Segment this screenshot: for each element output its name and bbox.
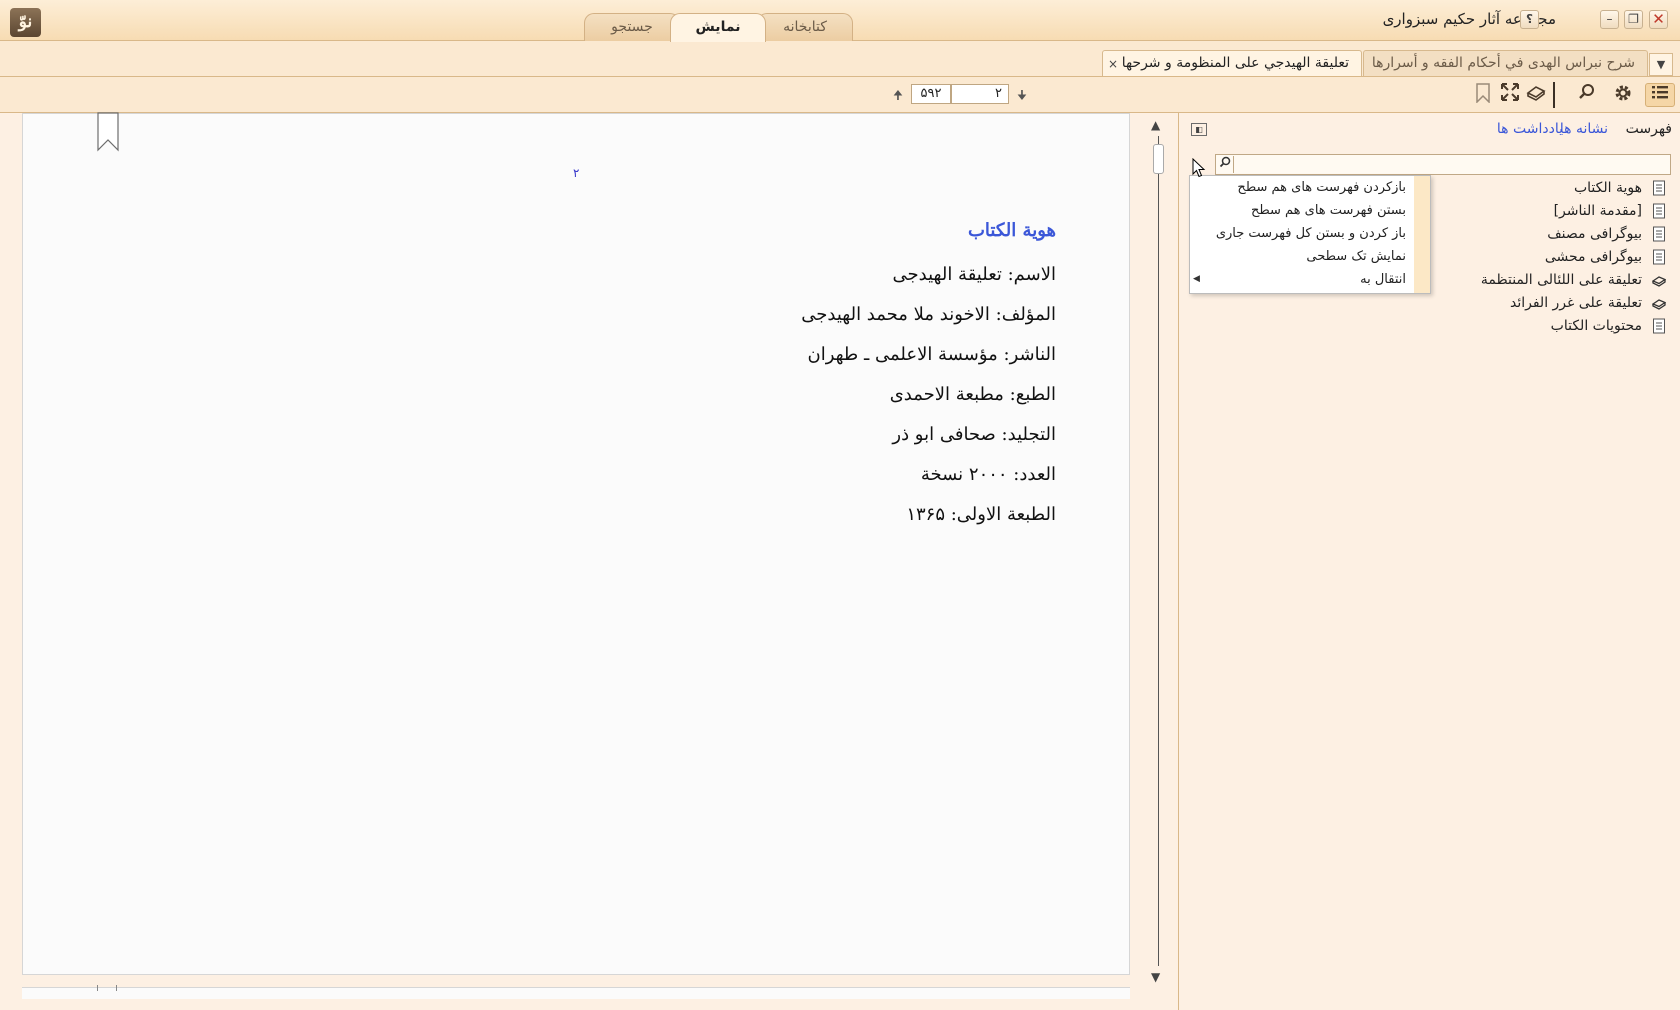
content-line-binding: التجليد: صحافى ابو ذر <box>892 424 1056 445</box>
scroll-thumb[interactable] <box>1153 144 1164 174</box>
bookmark-icon[interactable] <box>1471 83 1495 107</box>
tab-search[interactable]: جستجو <box>584 13 680 41</box>
book-page: ۲ هوية الكتاب الاسم: تعليقة الهيدجى المؤ… <box>22 112 1130 975</box>
doc-tab-inactive[interactable]: شرح نبراس الهدى في أحكام الفقه و أسرارها <box>1363 50 1648 76</box>
vertical-scrollbar[interactable]: ▲ ▼ <box>1147 118 1171 986</box>
next-page-bookmark-icon <box>97 985 117 991</box>
sidebar-tab-notes[interactable]: يادداشت ها <box>1497 121 1563 137</box>
tree-item-label: بیوگرافی محشی <box>1544 249 1642 265</box>
index-search-input[interactable] <box>1215 154 1671 175</box>
scroll-down-icon[interactable]: ▼ <box>1151 970 1160 984</box>
fullscreen-icon[interactable] <box>1498 83 1522 107</box>
tree-item-label: محتويات الكتاب <box>1550 318 1642 334</box>
tree-item[interactable]: تعليقة على غرر الفرائد <box>1320 292 1680 315</box>
sidebar-dock-icon[interactable]: ◧ <box>1191 123 1207 136</box>
tree-item[interactable]: محتويات الكتاب <box>1320 315 1680 338</box>
index-search-icon[interactable] <box>1217 156 1234 173</box>
menu-item-collapse-siblings[interactable]: بستن فهرست های هم سطح <box>1190 199 1430 222</box>
page-bookmark-icon[interactable] <box>97 112 119 156</box>
next-page-edge <box>22 987 1130 999</box>
toolbar: 🠉 ۵۹۲ ۲ 🠋 <box>0 77 1680 113</box>
page-number-input[interactable]: ۲ <box>951 84 1009 104</box>
sidebar-tab-bookmarks[interactable]: نشانه ها <box>1560 121 1608 137</box>
menu-item-expand-siblings[interactable]: بازکردن فهرست های هم سطح <box>1190 176 1430 199</box>
content-line-edition: الطبعة الاولى: ۱۳۶۵ <box>906 504 1056 525</box>
book-icon <box>1652 276 1666 287</box>
submenu-arrow-icon: ◀ <box>1193 274 1200 284</box>
content-line-author: المؤلف: الاخوند ملا محمد الهيدجى <box>801 304 1056 325</box>
restore-button[interactable]: ❐ <box>1624 10 1643 29</box>
minimize-button[interactable]: – <box>1600 10 1619 29</box>
document-tabs: تعليقة الهيدجي على المنظومة و شرحها × شر… <box>0 41 1680 77</box>
page-icon <box>1653 203 1665 219</box>
page-icon <box>1653 318 1665 334</box>
menu-item-move-to[interactable]: انتقال به ◀ <box>1190 268 1430 291</box>
close-button[interactable]: ✕ <box>1649 10 1668 29</box>
notebook-icon[interactable] <box>1524 83 1548 107</box>
section-heading: هوية الكتاب <box>967 220 1056 241</box>
tab-view[interactable]: نمایش <box>670 13 766 42</box>
tree-item-label: بیوگرافی مصنف <box>1547 226 1642 242</box>
scroll-track[interactable] <box>1158 136 1159 966</box>
total-pages: ۵۹۲ <box>911 84 951 104</box>
search-icon[interactable] <box>1575 83 1599 107</box>
doc-tab-active[interactable]: تعليقة الهيدجي على المنظومة و شرحها <box>1102 50 1362 76</box>
tree-item-label: [مقدمة الناشر] <box>1553 203 1642 219</box>
previous-page-icon[interactable]: 🠉 <box>893 86 903 107</box>
page-number: ۲ <box>573 166 580 180</box>
tree-item-label: تعليقة على غرر الفرائد <box>1509 295 1642 311</box>
settings-icon[interactable] <box>1611 83 1635 107</box>
scroll-up-icon[interactable]: ▲ <box>1151 118 1160 132</box>
menu-item-single-level[interactable]: نمایش تک سطحی <box>1190 245 1430 268</box>
next-page-icon[interactable]: 🠋 <box>1017 86 1027 107</box>
tree-item-label: تعليقة على اللئالى المنتظمة <box>1480 272 1642 288</box>
title-bar: نوّ جستجو کتابخانه نمایش مجموعه آثار حکی… <box>0 0 1680 42</box>
content-line-printing: الطبع: مطبعة الاحمدى <box>889 384 1056 405</box>
doc-tabs-dropdown-icon[interactable]: ▼ <box>1649 53 1673 76</box>
menu-item-move-to-label: انتقال به <box>1360 272 1406 287</box>
doc-tab-close-icon[interactable]: × <box>1108 57 1118 71</box>
content-line-name: الاسم: تعليقة الهيدجى <box>892 264 1056 285</box>
app-logo: نوّ <box>10 8 41 37</box>
page-icon <box>1653 180 1665 196</box>
help-button[interactable]: ؟ <box>1520 10 1539 29</box>
book-icon <box>1652 299 1666 310</box>
page-content: هوية الكتاب الاسم: تعليقة الهيدجى المؤلف… <box>801 220 1056 535</box>
sidebar-tab-index[interactable]: فهرست <box>1626 121 1672 137</box>
tree-item-label: هوية الكتاب <box>1573 180 1642 196</box>
tab-library[interactable]: کتابخانه <box>757 13 853 41</box>
toolbar-separator <box>1553 82 1555 108</box>
list-icon[interactable] <box>1645 83 1675 107</box>
context-menu: بازکردن فهرست های هم سطح بستن فهرست های … <box>1189 175 1431 294</box>
content-line-publisher: الناشر: مؤسسة الاعلمى ـ طهران <box>807 344 1056 365</box>
content-line-copies: العدد: ۲۰۰۰ نسخة <box>920 464 1056 485</box>
mouse-cursor-icon <box>1192 157 1206 182</box>
menu-item-toggle-all[interactable]: باز کردن و بستن کل فهرست جاری <box>1190 222 1430 245</box>
page-icon <box>1653 226 1665 242</box>
page-icon <box>1653 249 1665 265</box>
